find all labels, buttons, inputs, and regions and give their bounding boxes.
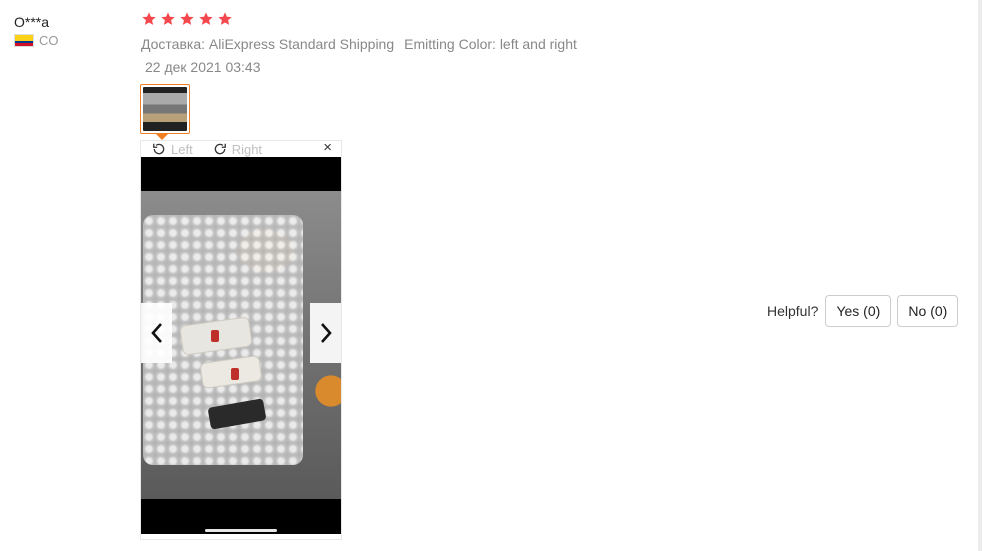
rotate-right-button[interactable]: Right [213,142,262,157]
thumbnail-image [143,87,187,131]
emitting-color: Emitting Color: left and right [404,36,577,52]
star-icon [141,11,157,27]
reviewer-country-code: CO [39,33,59,48]
star-icon [198,11,214,27]
helpful-voting: Helpful? Yes (0) No (0) [767,295,959,327]
reviewer-country: CO [14,33,59,48]
phone-home-indicator [205,529,277,532]
colombia-flag-icon [14,34,34,47]
helpful-label: Helpful? [767,303,819,319]
star-rating [141,11,233,27]
reviewer-info: O***a CO [14,14,59,48]
rotate-left-label: Left [171,141,193,157]
chevron-left-icon [150,323,162,343]
review-meta: Доставка: AliExpress Standard Shipping Em… [141,36,577,52]
helpful-no-button[interactable]: No (0) [897,295,959,327]
star-icon [160,11,176,27]
star-icon [179,11,195,27]
delivery-method: Доставка: AliExpress Standard Shipping [141,36,395,52]
star-icon [217,11,233,27]
photo-viewer: Left Right × [140,140,342,540]
reviewer-name: O***a [14,14,50,30]
previous-photo-button[interactable] [141,303,172,363]
rotate-right-label: Right [231,141,263,157]
rotate-right-icon [214,143,226,155]
photo-thumbnail[interactable] [140,84,190,134]
viewer-toolbar: Left Right × [141,140,341,157]
rotate-left-button[interactable]: Left [152,142,193,157]
rotate-left-icon [153,143,165,155]
next-photo-button[interactable] [310,303,341,363]
close-viewer-button[interactable]: × [323,140,332,156]
page-right-border [978,0,982,551]
helpful-yes-button[interactable]: Yes (0) [825,295,892,327]
review-date: 22 дек 2021 03:43 [145,59,261,75]
chevron-right-icon [320,323,332,343]
